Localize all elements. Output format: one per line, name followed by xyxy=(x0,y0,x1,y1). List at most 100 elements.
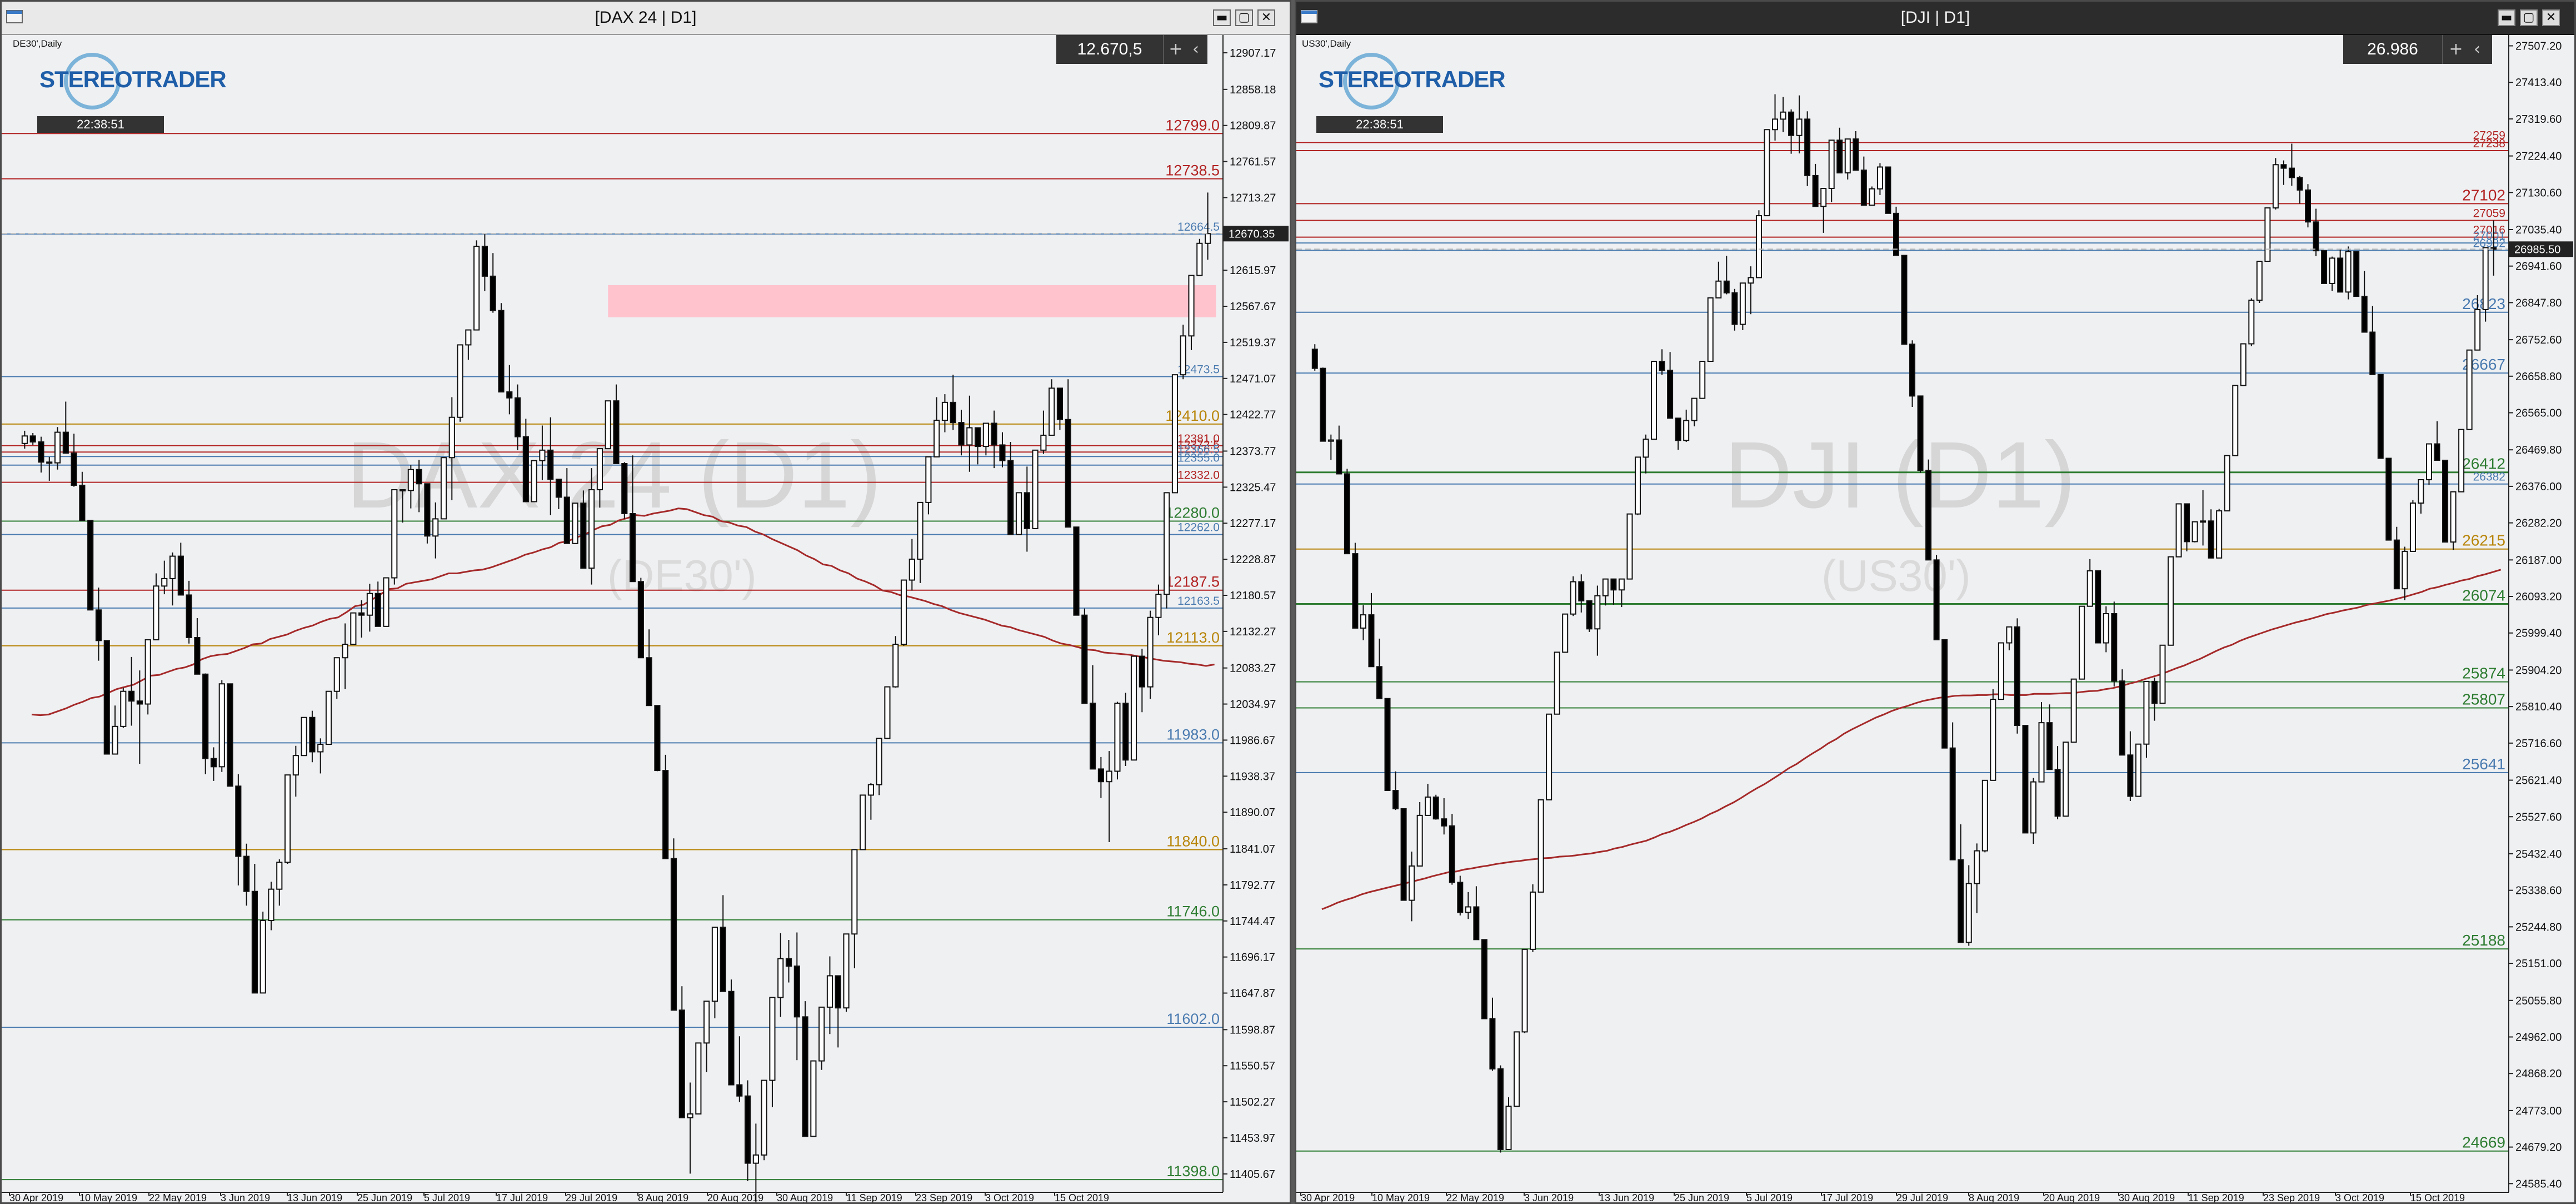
maximize-button[interactable]: ▢ xyxy=(1235,9,1253,26)
candle-body xyxy=(975,427,981,447)
candle-body xyxy=(1097,768,1104,783)
candle-body xyxy=(440,457,447,520)
candle-body xyxy=(432,518,439,537)
candle-body xyxy=(54,431,61,464)
candle-body xyxy=(826,975,833,1008)
close-button[interactable]: ✕ xyxy=(2542,9,2560,26)
candle-body xyxy=(2425,443,2432,481)
candle-body xyxy=(2442,459,2449,543)
close-button[interactable]: ✕ xyxy=(1257,9,1275,26)
date-label: 11 Sep 2019 xyxy=(846,1192,902,1202)
candle-body xyxy=(2224,455,2230,512)
price-tick-label: 25527.60 xyxy=(2515,811,2562,823)
candle-body xyxy=(711,927,718,1002)
candle-body xyxy=(1015,492,1022,535)
price-tick-label: 25338.60 xyxy=(2515,885,2562,897)
candle-body xyxy=(1473,906,1480,941)
candle-body xyxy=(1683,420,1690,441)
candle-body xyxy=(1820,188,1827,207)
candle-body xyxy=(1171,374,1179,494)
candle-body xyxy=(2232,385,2239,456)
level-label: 11398.0 xyxy=(1166,1163,1220,1180)
candle-body xyxy=(1586,600,1592,630)
candle-body xyxy=(2313,221,2319,252)
candle-body xyxy=(662,770,669,859)
candle-body xyxy=(325,690,332,745)
candle-body xyxy=(161,578,168,587)
candle-body xyxy=(457,344,463,418)
stereotrader-logo: STEREOTRADER xyxy=(39,66,227,92)
candle-body xyxy=(1336,439,1342,475)
candle-body xyxy=(1007,460,1014,535)
candle-body xyxy=(2240,343,2246,386)
price-tick-label: 25055.80 xyxy=(2515,995,2562,1007)
candle-body xyxy=(1909,344,1916,397)
candle-body xyxy=(646,657,652,707)
date-label: 3 Jun 2019 xyxy=(221,1192,270,1202)
candle-body xyxy=(1106,770,1112,783)
dax-symbol-label: DE30',Daily xyxy=(13,38,62,49)
candle-body xyxy=(1610,578,1617,591)
candle-body xyxy=(2143,680,2150,745)
level-label: 26215 xyxy=(2462,532,2505,549)
dax-chart-window[interactable]: [DAX 24 | D1] ▬ ▢ ✕ DAX 24 (D1) (DE30') 12… xyxy=(0,0,1291,1204)
candle-body xyxy=(399,489,406,492)
candle-body xyxy=(2175,503,2182,558)
candle-body xyxy=(1368,614,1375,668)
chevron-left-icon[interactable]: ‹ xyxy=(2467,35,2488,64)
plus-button[interactable]: + xyxy=(1165,35,1186,64)
plus-button[interactable]: + xyxy=(2445,35,2467,64)
candle-body xyxy=(1925,470,1932,561)
candle-body xyxy=(1392,790,1399,809)
dax-candlestick-chart[interactable]: DAX 24 (D1)(DE30')12799.012738.512664.51… xyxy=(2,35,1290,1202)
candle-body xyxy=(1998,642,2004,700)
candle-body xyxy=(2280,164,2287,169)
candle-body xyxy=(292,755,299,776)
candle-body xyxy=(580,503,587,569)
dax-title-bar[interactable]: [DAX 24 | D1] ▬ ▢ ✕ xyxy=(2,2,1290,35)
price-tick-label: 12277.17 xyxy=(1230,518,1276,530)
date-label: 23 Sep 2019 xyxy=(2263,1192,2320,1202)
candle-body xyxy=(1311,349,1318,369)
candle-body xyxy=(958,422,965,446)
candle-body xyxy=(506,391,513,399)
candle-body xyxy=(720,927,726,992)
price-tick-label: 27130.60 xyxy=(2515,187,2562,199)
level-label: 12332.0 xyxy=(1177,469,1220,482)
candle-body xyxy=(2256,261,2263,301)
price-tick-label: 11550.57 xyxy=(1230,1060,1275,1072)
dji-candlestick-chart[interactable]: DJI (D1)(US30')2725927238271022705927016… xyxy=(1296,35,2574,1202)
candle-body xyxy=(654,705,661,772)
resistance-zone xyxy=(608,285,1216,317)
candle-body xyxy=(777,958,784,998)
date-label: 23 Sep 2019 xyxy=(916,1192,972,1202)
candle-body xyxy=(1481,939,1487,1019)
date-label: 25 Jun 2019 xyxy=(357,1192,412,1202)
candle-body xyxy=(2385,457,2392,541)
candle-body xyxy=(46,461,53,464)
candle-body xyxy=(1032,449,1039,529)
candle-body xyxy=(235,785,242,857)
price-tick-label: 11938.37 xyxy=(1230,770,1275,783)
candle-body xyxy=(843,933,850,1009)
candle-body xyxy=(366,593,373,616)
current-price-tag: 12670.35 xyxy=(1229,228,1275,240)
dji-title-bar[interactable]: [DJI | D1] ▬ ▢ ✕ xyxy=(1296,2,2574,35)
candle-body xyxy=(900,579,907,645)
dji-chart-window[interactable]: [DJI | D1] ▬ ▢ ✕ DJI (D1) (US30') 27259 272… xyxy=(1295,0,2576,1204)
candle-body xyxy=(2264,207,2271,262)
price-tick-label: 12713.27 xyxy=(1230,192,1276,204)
price-tick-label: 12907.17 xyxy=(1230,47,1276,59)
minimize-button[interactable]: ▬ xyxy=(1213,9,1231,26)
candle-body xyxy=(1432,796,1439,820)
candle-body xyxy=(1360,614,1366,629)
candle-body xyxy=(761,1079,767,1156)
candle-body xyxy=(1155,594,1162,618)
maximize-button[interactable]: ▢ xyxy=(2520,9,2538,26)
candle-body xyxy=(867,784,874,796)
minimize-button[interactable]: ▬ xyxy=(2498,9,2515,26)
candle-body xyxy=(375,593,381,627)
candle-body xyxy=(2337,257,2344,293)
chevron-left-icon[interactable]: ‹ xyxy=(1185,35,1206,64)
candle-body xyxy=(1205,233,1211,244)
